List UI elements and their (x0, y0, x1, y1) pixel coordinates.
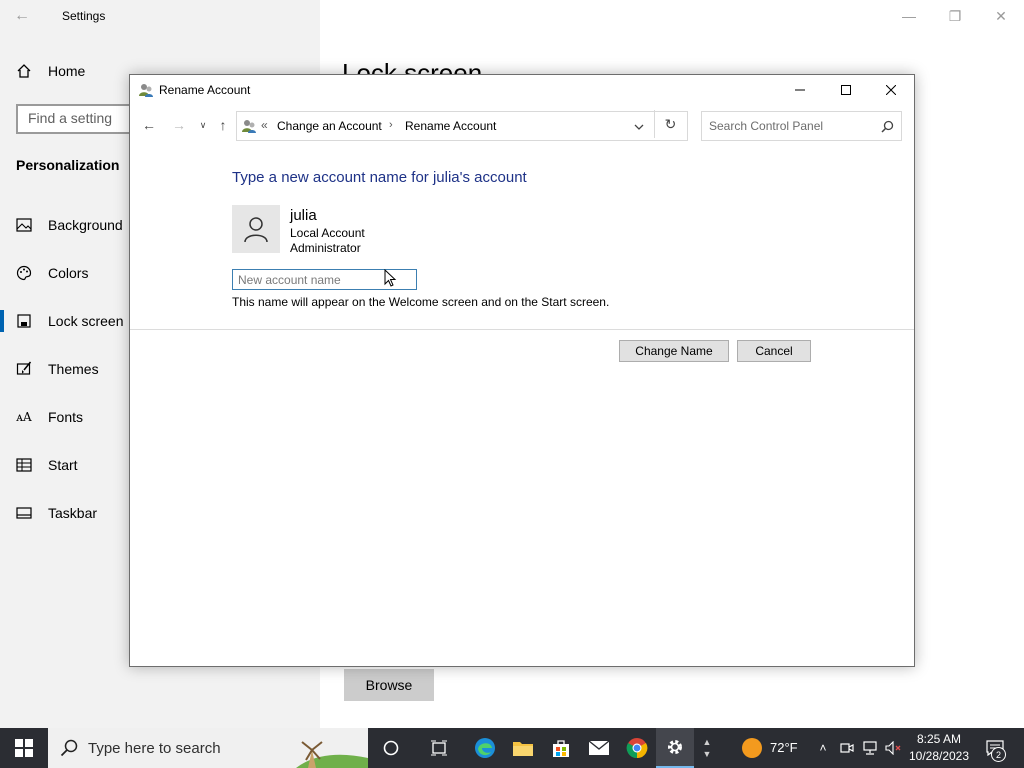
recent-locations-chevron-icon[interactable]: ∨ (192, 115, 214, 135)
taskbar-icon (16, 505, 32, 521)
divider (130, 329, 914, 330)
breadcrumb-overflow[interactable]: « (261, 118, 268, 132)
page-title: Lock screen (342, 58, 483, 76)
cortana-icon[interactable] (372, 728, 410, 768)
sidebar-item-fonts[interactable]: ᴀA Fonts (16, 405, 83, 429)
forward-arrow-icon[interactable]: → (168, 115, 190, 135)
search-icon (881, 120, 894, 133)
home-icon (17, 64, 31, 78)
search-placeholder: Search Control Panel (709, 119, 824, 133)
meet-now-icon[interactable] (838, 728, 856, 768)
store-icon[interactable] (542, 728, 580, 768)
text-cursor-icon (384, 269, 397, 287)
weather-temperature[interactable]: 72°F (770, 740, 798, 755)
picture-icon (16, 217, 32, 233)
avatar (232, 205, 280, 253)
dialog-title: Rename Account (159, 83, 251, 97)
breadcrumb-separator-icon[interactable]: › (389, 119, 393, 131)
back-arrow-icon[interactable]: ← (138, 115, 160, 135)
account-name: julia (290, 207, 317, 224)
address-bar[interactable]: « Change an Account › Rename Account (236, 111, 688, 141)
taskbar-search-placeholder: Type here to search (88, 740, 221, 757)
active-nav-indicator (0, 310, 4, 332)
network-icon[interactable] (860, 728, 880, 768)
sidebar-item-taskbar[interactable]: Taskbar (16, 501, 97, 525)
find-setting-input[interactable]: Find a setting (16, 104, 136, 134)
back-arrow-icon[interactable]: ← (14, 6, 34, 26)
file-explorer-icon[interactable] (504, 728, 542, 768)
sidebar-item-label: Themes (48, 361, 99, 377)
sidebar-item-label: Background (48, 217, 123, 233)
close-icon[interactable]: ✕ (978, 0, 1024, 32)
edge-icon[interactable] (466, 728, 504, 768)
address-toolbar: ← → ∨ ↑ « Change an Account › Rename Acc… (130, 109, 914, 141)
taskbar-search-box[interactable]: Type here to search (48, 728, 368, 768)
font-icon: ᴀA (16, 410, 32, 424)
start-grid-icon (16, 457, 32, 473)
home-label: Home (48, 63, 86, 79)
sidebar-item-label: Taskbar (48, 505, 98, 521)
notification-count-badge: 2 (991, 747, 1006, 762)
user-icon (244, 217, 268, 243)
brush-icon (16, 361, 32, 377)
sidebar-item-label: Start (48, 457, 78, 473)
maximize-icon[interactable] (823, 75, 869, 105)
restore-icon[interactable]: ❐ (932, 0, 978, 32)
sidebar-item-themes[interactable]: Themes (16, 357, 99, 381)
chrome-icon[interactable] (618, 728, 656, 768)
sidebar-item-label: Fonts (48, 409, 84, 425)
account-role: Administrator (290, 241, 361, 255)
clock-time[interactable]: 8:25 AM (908, 732, 970, 746)
sidebar-item-label: Lock screen (48, 313, 124, 329)
palette-icon (16, 265, 32, 281)
home-nav-item[interactable]: Home (16, 63, 85, 79)
name-hint-text: This name will appear on the Welcome scr… (232, 295, 610, 309)
show-hidden-icons-chevron-icon[interactable]: ˄ (815, 728, 831, 768)
sidebar-item-colors[interactable]: Colors (16, 261, 88, 285)
search-control-panel-input[interactable]: Search Control Panel (701, 111, 902, 141)
task-view-icon[interactable] (420, 728, 458, 768)
lock-screen-icon (16, 313, 32, 329)
sidebar-item-lock-screen[interactable]: Lock screen (16, 309, 123, 333)
address-dropdown-icon[interactable] (633, 121, 645, 133)
weather-sun-icon[interactable] (742, 738, 762, 758)
dialog-titlebar[interactable]: Rename Account (130, 75, 914, 105)
windmill-landscape-icon (296, 741, 368, 768)
browse-button[interactable]: Browse (344, 669, 434, 701)
change-name-button[interactable]: Change Name (619, 340, 729, 362)
user-accounts-icon (139, 84, 153, 97)
windows-start-icon[interactable] (0, 728, 48, 768)
breadcrumb-change-account[interactable]: Change an Account (277, 119, 382, 133)
refresh-icon[interactable]: ↻ (654, 110, 686, 138)
sidebar-item-background[interactable]: Background (16, 213, 123, 237)
breadcrumb-rename-account[interactable]: Rename Account (405, 119, 496, 133)
search-icon (60, 739, 78, 757)
sidebar-item-label: Colors (48, 265, 89, 281)
cancel-button[interactable]: Cancel (737, 340, 811, 362)
mail-icon[interactable] (580, 728, 618, 768)
clock-date[interactable]: 10/28/2023 (908, 749, 970, 763)
control-panel-icon (242, 120, 256, 133)
up-arrow-icon[interactable]: ↑ (212, 115, 234, 135)
minimize-icon[interactable]: — (886, 0, 932, 32)
settings-window-title: Settings (62, 9, 106, 23)
close-icon[interactable] (868, 75, 914, 105)
sidebar-item-start[interactable]: Start (16, 453, 78, 477)
taskbar-scroll-chevron-icon[interactable]: ▲ ▼ (700, 728, 714, 768)
minimize-icon[interactable] (777, 75, 823, 105)
dialog-heading: Type a new account name for julia's acco… (232, 169, 527, 186)
account-type: Local Account (290, 226, 365, 240)
taskbar: Type here to search ▲ ▼ 72°F ˄ 8:25 AM 10… (0, 728, 1024, 768)
settings-icon[interactable] (656, 728, 694, 768)
rename-account-dialog: Rename Account ← → ∨ ↑ « Change an Accou… (129, 74, 915, 667)
volume-muted-icon[interactable] (884, 728, 904, 768)
section-title: Personalization (16, 157, 120, 173)
